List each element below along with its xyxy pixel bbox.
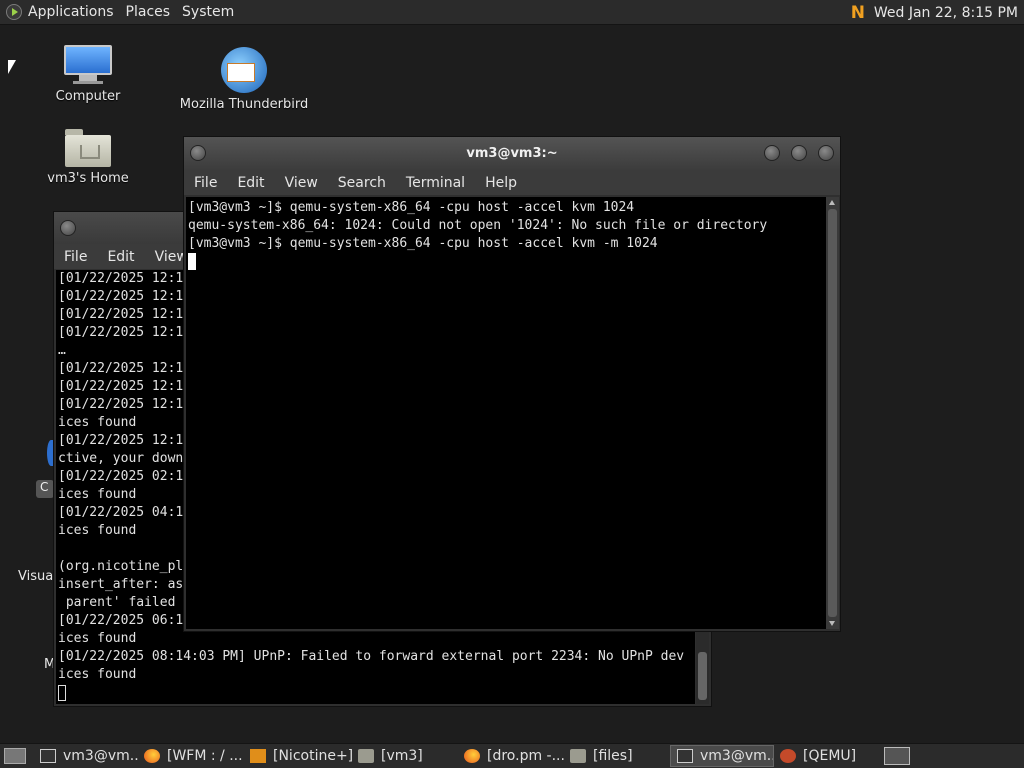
panel-tray: N Wed Jan 22, 8:15 PM bbox=[845, 0, 1024, 25]
scroll-up-icon[interactable] bbox=[829, 200, 835, 205]
maximize-button[interactable] bbox=[791, 145, 807, 161]
applications-menu-label: Applications bbox=[28, 4, 114, 20]
task-label: [dro.pm -... bbox=[487, 748, 564, 764]
thunderbird-icon bbox=[221, 47, 267, 93]
front-terminal-window[interactable]: vm3@vm3:~ File Edit View Search Terminal… bbox=[183, 136, 841, 632]
desktop-icon-label: vm3's Home bbox=[47, 171, 129, 186]
scrollbar-thumb[interactable] bbox=[698, 652, 707, 700]
workspace-switcher[interactable] bbox=[884, 747, 910, 765]
task-firefox-dropm[interactable]: [dro.pm -... bbox=[458, 745, 564, 767]
desktop-icon-thunderbird[interactable]: Mozilla Thunderbird bbox=[174, 47, 314, 112]
menu-file[interactable]: File bbox=[194, 175, 217, 191]
terminal-line: ices found bbox=[58, 667, 137, 682]
system-menu-label: System bbox=[182, 4, 235, 20]
scroll-down-icon[interactable] bbox=[829, 621, 835, 626]
task-terminal-2[interactable]: vm3@vm... bbox=[670, 745, 774, 767]
applications-icon bbox=[6, 4, 22, 20]
menu-view[interactable]: View bbox=[285, 175, 318, 191]
task-nicotine[interactable]: [Nicotine+] bbox=[244, 745, 352, 767]
terminal-line: ices found bbox=[58, 631, 137, 646]
folder-icon bbox=[358, 749, 374, 763]
task-folder-files[interactable]: [files] bbox=[564, 745, 670, 767]
minimize-button[interactable] bbox=[764, 145, 780, 161]
close-button[interactable] bbox=[818, 145, 834, 161]
desktop-icon-home[interactable]: vm3's Home bbox=[18, 129, 158, 186]
places-menu-label: Places bbox=[125, 4, 171, 20]
system-menu[interactable]: System bbox=[176, 0, 240, 25]
task-qemu[interactable]: [QEMU] bbox=[774, 745, 874, 767]
menu-help[interactable]: Help bbox=[485, 175, 517, 191]
places-menu[interactable]: Places bbox=[120, 0, 177, 25]
terminal-prompt-line bbox=[186, 253, 826, 271]
scrollbar-thumb[interactable] bbox=[828, 209, 837, 617]
firefox-icon bbox=[144, 749, 160, 763]
show-desktop-button[interactable] bbox=[4, 748, 26, 764]
nicotine-plus-icon[interactable]: N bbox=[845, 1, 870, 24]
task-label: [QEMU] bbox=[803, 748, 857, 764]
home-folder-icon bbox=[65, 129, 111, 167]
menu-edit[interactable]: Edit bbox=[107, 249, 134, 265]
terminal-line: [vm3@vm3 ~]$ qemu-system-x86_64 -cpu hos… bbox=[188, 236, 658, 251]
clock[interactable]: Wed Jan 22, 8:15 PM bbox=[874, 5, 1024, 21]
qemu-icon bbox=[780, 749, 796, 763]
window-menu-button[interactable] bbox=[60, 220, 76, 236]
terminal-line: [vm3@vm3 ~]$ qemu-system-x86_64 -cpu hos… bbox=[188, 200, 635, 215]
task-label: [Nicotine+] bbox=[273, 748, 352, 764]
window-menu-button[interactable] bbox=[190, 145, 206, 161]
task-label: vm3@vm... bbox=[63, 748, 138, 764]
window-titlebar[interactable]: vm3@vm3:~ bbox=[184, 137, 840, 170]
desktop-icon-computer[interactable]: Computer bbox=[18, 45, 158, 104]
task-firefox-wfm[interactable]: [WFM : / ... bbox=[138, 745, 244, 767]
terminal-prompt-line bbox=[56, 684, 695, 702]
taskbar: vm3@vm... [WFM : / ... [Nicotine+] [vm3]… bbox=[0, 743, 1024, 768]
terminal-line: qemu-system-x86_64: 1024: Could not open… bbox=[188, 218, 768, 233]
desktop-icon-label: Mozilla Thunderbird bbox=[179, 97, 309, 112]
task-label: [WFM : / ... bbox=[167, 748, 243, 764]
mouse-pointer-icon bbox=[8, 60, 16, 74]
menu-terminal[interactable]: Terminal bbox=[406, 175, 465, 191]
nicotine-icon bbox=[250, 749, 266, 763]
menu-file[interactable]: File bbox=[64, 249, 87, 265]
terminal-icon bbox=[677, 749, 693, 763]
applications-menu[interactable]: Applications bbox=[0, 0, 120, 25]
task-label: [vm3] bbox=[381, 748, 423, 764]
partial-desktop-label[interactable]: Visual bbox=[18, 569, 57, 584]
folder-icon bbox=[570, 749, 586, 763]
partial-desktop-label[interactable]: C bbox=[36, 480, 54, 498]
computer-icon bbox=[64, 45, 112, 85]
firefox-icon bbox=[464, 749, 480, 763]
terminal-cursor bbox=[58, 684, 66, 701]
desktop-icon-label: Computer bbox=[55, 89, 121, 104]
terminal-icon bbox=[40, 749, 56, 763]
terminal-cursor bbox=[188, 253, 196, 270]
menu-search[interactable]: Search bbox=[338, 175, 386, 191]
task-terminal-1[interactable]: vm3@vm... bbox=[34, 745, 138, 767]
top-panel: Applications Places System N Wed Jan 22,… bbox=[0, 0, 1024, 25]
task-label: [files] bbox=[593, 748, 633, 764]
task-folder-vm3[interactable]: [vm3] bbox=[352, 745, 458, 767]
menu-edit[interactable]: Edit bbox=[237, 175, 264, 191]
terminal-output[interactable]: [vm3@vm3 ~]$ qemu-system-x86_64 -cpu hos… bbox=[186, 197, 826, 629]
terminal-line: [01/22/2025 08:14:03 PM] UPnP: Failed to… bbox=[58, 649, 685, 664]
menu-bar: File Edit View Search Terminal Help bbox=[184, 170, 840, 195]
task-label: vm3@vm... bbox=[700, 748, 774, 764]
scrollbar[interactable] bbox=[826, 197, 839, 629]
window-title: vm3@vm3:~ bbox=[466, 146, 558, 161]
